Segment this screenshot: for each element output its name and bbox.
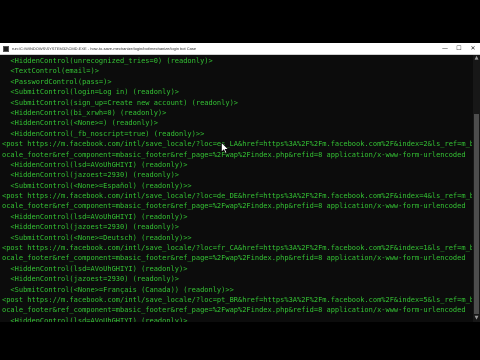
terminal-line: <HiddenControl(_fb_noscript=true) (reado… (2, 129, 205, 138)
terminal-line: <HiddenControl(lsd=AVoUhGHIYI) (readonly… (2, 316, 188, 322)
cmd-icon (3, 45, 9, 52)
terminal-line: <SubmitControl(<None>=Français (Canada))… (2, 285, 234, 294)
terminal-line: <HiddenControl(jazoest=2930) (readonly)> (2, 171, 180, 180)
window-controls: — ☐ ✕ (438, 43, 480, 54)
close-button[interactable]: ✕ (466, 43, 480, 54)
terminal-line: <SubmitControl(login=Log in) (readonly)> (2, 88, 180, 97)
terminal-line: <HiddenControl(jazoest=2930) (readonly)> (2, 275, 180, 284)
terminal-line: <HiddenControl(lsd=AVoUhGHIYI) (readonly… (2, 160, 188, 169)
terminal-line: ocale_footer&ref_component=mbasic_footer… (2, 150, 466, 159)
terminal-line: <post https://m.facebook.com/intl/save_l… (2, 140, 472, 149)
terminal-line: <PasswordControl(pass=)> (2, 77, 112, 86)
minimize-button[interactable]: — (438, 43, 452, 54)
scroll-up-icon[interactable]: ▲ (473, 55, 480, 62)
scrollbar-thumb[interactable] (474, 114, 479, 314)
terminal-output[interactable]: <HiddenControl(unrecognized_tries=0) (re… (2, 56, 472, 322)
terminal-line: <HiddenControl(jazoest=2930) (readonly)> (2, 223, 180, 232)
mouse-pointer-icon (221, 142, 229, 154)
maximize-button[interactable]: ☐ (452, 43, 466, 54)
terminal-line: ocale_footer&ref_component=mbasic_footer… (2, 254, 466, 263)
terminal-line: <post https://m.facebook.com/intl/save_l… (2, 295, 472, 304)
window-title: run:/C:\WINDOWS\SYSTEM32\CMD.EXE - how-t… (12, 46, 197, 51)
title-bar[interactable]: run:/C:\WINDOWS\SYSTEM32\CMD.EXE - how-t… (0, 43, 480, 55)
terminal-line: <HiddenControl(lsd=AVoUhGHIYI) (readonly… (2, 264, 188, 273)
scroll-down-icon[interactable]: ▼ (473, 315, 480, 322)
terminal-line: <TextControl(email=)> (2, 67, 99, 76)
terminal-line: <post https://m.facebook.com/intl/save_l… (2, 192, 472, 201)
terminal-line: <post https://m.facebook.com/intl/save_l… (2, 244, 472, 253)
terminal-line: <HiddenControl(bi_xrwh=0) (readonly)> (2, 108, 167, 117)
terminal-line: <HiddenControl(<None>=) (readonly)> (2, 119, 158, 128)
terminal-line: ocale_footer&ref_component=mbasic_footer… (2, 202, 466, 211)
terminal-line: <HiddenControl(unrecognized_tries=0) (re… (2, 57, 213, 65)
terminal-line: ocale_footer&ref_component=mbasic_footer… (2, 306, 466, 315)
terminal-line: <SubmitControl(sign_up=Create new accoun… (2, 98, 239, 107)
terminal-line: <SubmitControl(<None>=Deutsch) (readonly… (2, 233, 192, 242)
terminal-line: <HiddenControl(lsd=AVoUhGHIYI) (readonly… (2, 212, 188, 221)
terminal-window: run:/C:\WINDOWS\SYSTEM32\CMD.EXE - how-t… (0, 43, 480, 322)
vertical-scrollbar[interactable]: ▲ ▼ (473, 55, 480, 322)
terminal-line: <SubmitControl(<None>=Español) (readonly… (2, 181, 192, 190)
